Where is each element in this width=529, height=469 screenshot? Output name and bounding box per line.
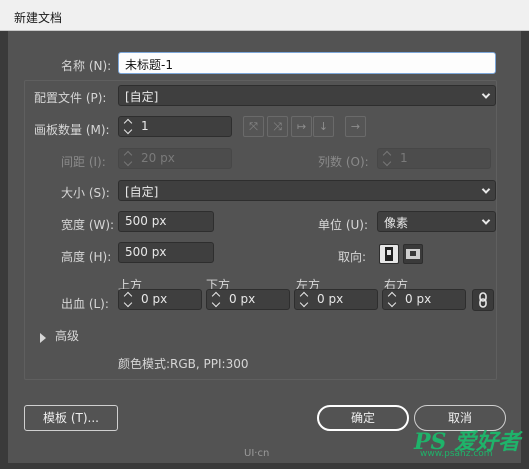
bleed-right-input[interactable]: 0 px <box>382 289 466 310</box>
spacing-label: 间距 (I): <box>61 155 106 169</box>
profile-dropdown[interactable]: [自定] <box>118 85 496 106</box>
size-value: [自定] <box>125 185 159 199</box>
grid-by-row-icon[interactable]: ⤧ <box>243 116 264 137</box>
spacing-input[interactable]: 20 px <box>118 148 232 169</box>
templates-button[interactable]: 模板 (T)... <box>24 405 118 431</box>
bleed-right-value: 0 px <box>405 292 432 306</box>
artboard-count-input[interactable]: 1 <box>118 116 232 137</box>
spinner-arrows-icon[interactable] <box>299 290 311 309</box>
link-bleed-icon[interactable] <box>472 289 494 311</box>
title-bar: 新建文档 <box>0 0 529 31</box>
spacing-value: 20 px <box>141 151 175 165</box>
disclosure-triangle-icon[interactable] <box>40 333 46 343</box>
bleed-top-value: 0 px <box>141 292 168 306</box>
arrange-by-column-icon[interactable]: ↓ <box>313 116 334 137</box>
profile-label: 配置文件 (P): <box>34 91 107 105</box>
height-input[interactable]: 500 px <box>118 242 214 263</box>
spinner-arrows-icon[interactable] <box>382 149 394 168</box>
columns-label: 列数 (O): <box>318 155 369 169</box>
height-label: 高度 (H): <box>61 250 112 264</box>
spinner-arrows-icon[interactable] <box>387 290 399 309</box>
profile-value: [自定] <box>125 90 159 104</box>
units-dropdown[interactable]: 像素 <box>377 211 496 232</box>
bleed-label: 出血 (L): <box>61 297 109 311</box>
landscape-orientation-icon[interactable] <box>403 244 423 264</box>
spinner-arrows-icon[interactable] <box>123 117 135 136</box>
window-frame-bottom <box>0 463 529 469</box>
portrait-orientation-icon[interactable] <box>379 244 399 264</box>
name-label: 名称 (N): <box>61 59 112 73</box>
psahz-watermark-url: www.psahz.com <box>420 449 493 459</box>
bleed-left-input[interactable]: 0 px <box>294 289 378 310</box>
chevron-down-icon <box>481 89 491 99</box>
spinner-arrows-icon[interactable] <box>123 149 135 168</box>
bleed-bottom-value: 0 px <box>229 292 256 306</box>
units-label: 单位 (U): <box>318 218 369 232</box>
bleed-bottom-input[interactable]: 0 px <box>206 289 290 310</box>
size-label: 大小 (S): <box>61 186 110 200</box>
color-mode-text: 颜色模式:RGB, PPI:300 <box>118 357 249 371</box>
bleed-left-value: 0 px <box>317 292 344 306</box>
size-dropdown[interactable]: [自定] <box>118 180 496 201</box>
chevron-down-icon <box>481 215 491 225</box>
width-label: 宽度 (W): <box>61 218 115 232</box>
name-input[interactable]: 未标题-1 <box>118 52 496 74</box>
units-value: 像素 <box>384 216 409 230</box>
window-frame-right <box>521 31 529 469</box>
bleed-top-input[interactable]: 0 px <box>118 289 202 310</box>
window-frame-left <box>0 31 8 469</box>
columns-value: 1 <box>400 151 408 165</box>
width-input[interactable]: 500 px <box>118 211 214 232</box>
spinner-arrows-icon[interactable] <box>211 290 223 309</box>
ok-button[interactable]: 确定 <box>317 405 409 431</box>
artboard-count-label: 画板数量 (M): <box>34 123 110 137</box>
advanced-label[interactable]: 高级 <box>55 327 79 344</box>
arrange-by-row-icon[interactable]: ↦ <box>291 116 312 137</box>
uicn-watermark-logo: UI·cn <box>244 448 270 459</box>
orientation-label: 取向: <box>338 250 367 264</box>
window-title: 新建文档 <box>14 11 63 25</box>
artboard-count-value: 1 <box>141 119 149 133</box>
columns-input[interactable]: 1 <box>377 148 491 169</box>
right-to-left-icon[interactable]: → <box>345 116 366 137</box>
grid-by-column-icon[interactable]: ⤨ <box>267 116 288 137</box>
chevron-down-icon <box>481 184 491 194</box>
spinner-arrows-icon[interactable] <box>123 290 135 309</box>
